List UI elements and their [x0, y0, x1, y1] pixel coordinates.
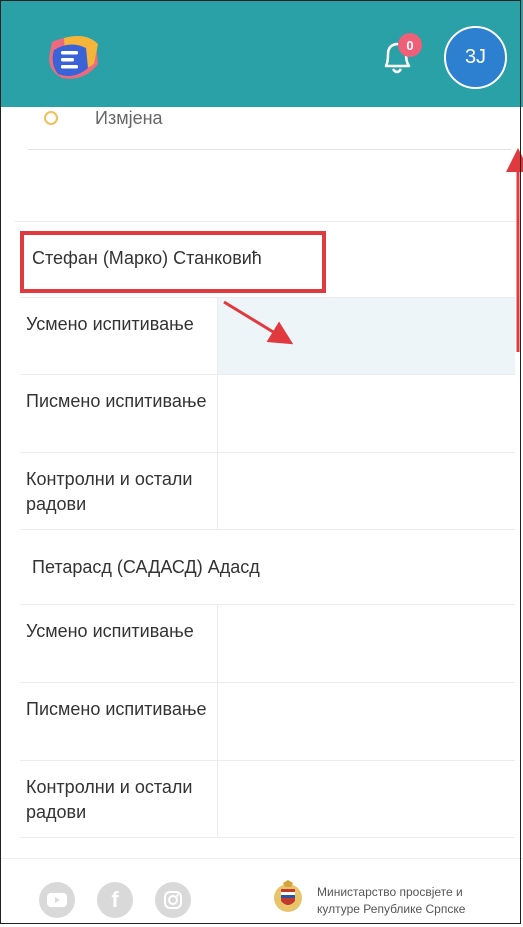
ministry-name-line1: Министарство просвјете и [317, 885, 463, 899]
instagram-icon[interactable] [155, 882, 191, 918]
annotation-arrows [223, 148, 523, 352]
ministry-name: Министарство просвјете и културе Републи… [317, 884, 465, 918]
ministry-crest-icon [274, 880, 302, 912]
ministry-name-line2: културе Републике Српске [317, 902, 466, 916]
annotation-arrow-diagonal [223, 300, 294, 345]
facebook-icon[interactable]: f [97, 882, 133, 918]
youtube-icon[interactable] [39, 882, 75, 918]
page: 0 3J Измјена Стефан (Марко) Станковић Ус… [0, 0, 523, 926]
